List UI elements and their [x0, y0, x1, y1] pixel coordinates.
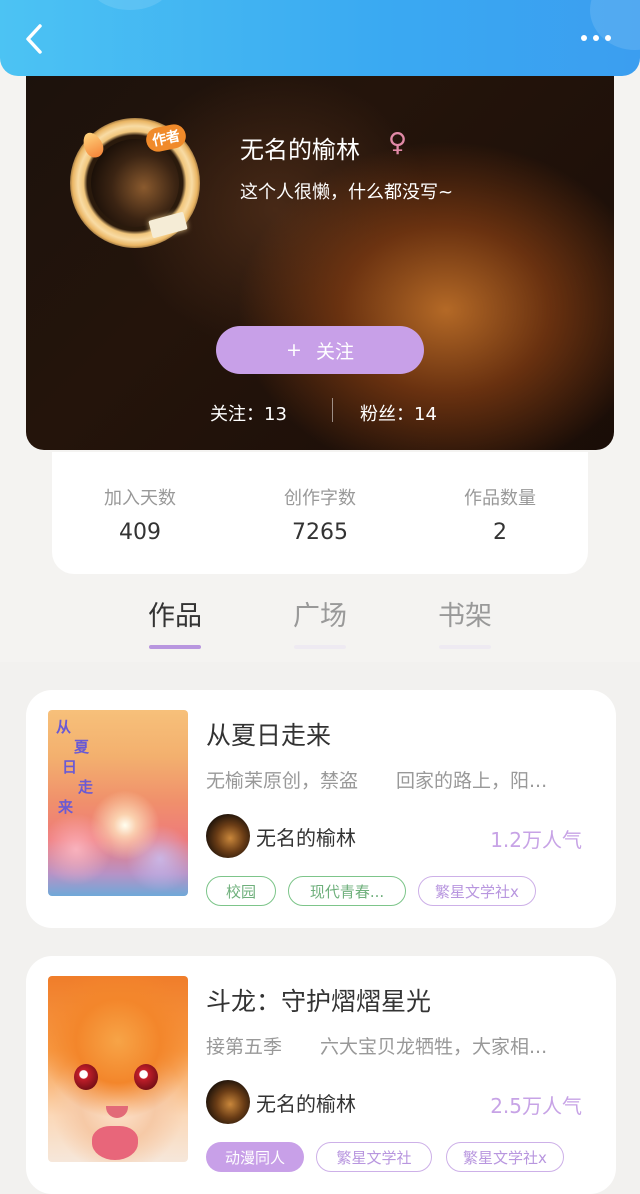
author-name: 无名的榆林 [256, 1091, 356, 1116]
work-tagline: 接第五季 [206, 1036, 283, 1058]
character-eye [134, 1064, 158, 1090]
work-title: 斗龙：守护熠熠星光 [206, 987, 432, 1016]
stat-value: 409 [119, 520, 161, 545]
top-bar [0, 0, 640, 76]
work-tagline: 无榆茉原创，禁盗 [206, 770, 359, 792]
follow-button-label: 关注 [315, 340, 354, 363]
stat-value: 2 [493, 520, 507, 545]
author-info[interactable]: 无名的榆林 [206, 1080, 356, 1124]
stats-panel: 加入天数 409 创作字数 7265 作品数量 2 [52, 452, 588, 574]
author-info[interactable]: 无名的榆林 [206, 814, 356, 858]
plus-icon: + [286, 339, 302, 361]
following-count[interactable]: 关注：13 [210, 400, 287, 426]
tab-label: 广场 [293, 601, 347, 632]
decorative-bubble [90, 0, 170, 10]
profile-card: 作者 无名的榆林 ♀ 这个人很懒，什么都没写~ + 关注 关注：13 粉丝：14 [26, 60, 614, 450]
work-cover[interactable] [48, 976, 188, 1162]
author-avatar [206, 814, 250, 858]
follow-button[interactable]: + 关注 [216, 326, 424, 374]
tag-chip[interactable]: 繁星文学社x [446, 1142, 564, 1172]
cover-text: 夏 [74, 738, 90, 756]
stat-label: 加入天数 [104, 488, 176, 509]
popularity-count: 2.5万人气 [490, 1094, 582, 1118]
character-mouth [106, 1106, 128, 1118]
tag-chip[interactable]: 繁星文学社x [418, 876, 536, 906]
back-button[interactable] [18, 22, 52, 56]
stat-works-count: 作品数量 2 [435, 484, 565, 545]
cover-text: 来 [58, 798, 74, 816]
tag-chip[interactable]: 动漫同人 [206, 1142, 304, 1172]
more-horizontal-icon [581, 35, 587, 41]
stat-value: 7265 [292, 520, 348, 545]
followers-count[interactable]: 粉丝：14 [360, 400, 437, 426]
work-description: 无榆茉原创，禁盗 回家的路上，阳... [206, 766, 586, 793]
work-card[interactable]: 从 夏 日 走 来 从夏日走来 无榆茉原创，禁盗 回家的路上，阳... 无名的榆林… [26, 690, 616, 928]
username: 无名的榆林 [240, 136, 360, 164]
user-bio: 这个人很懒，什么都没写~ [240, 182, 454, 203]
stat-label: 创作字数 [284, 488, 356, 509]
tab-bookshelf[interactable]: 书架 [420, 594, 510, 649]
work-title: 从夏日走来 [206, 721, 332, 750]
cover-text: 从 [56, 718, 72, 736]
tab-indicator [294, 645, 346, 649]
heart-icon [92, 1126, 138, 1160]
divider [332, 398, 333, 422]
stat-label: 作品数量 [464, 488, 536, 509]
chevron-left-icon [26, 24, 42, 54]
avatar-image [91, 139, 179, 227]
character-eye [74, 1064, 98, 1090]
tab-square[interactable]: 广场 [275, 594, 365, 649]
tab-bar: 作品 广场 书架 [0, 590, 640, 654]
stat-join-days: 加入天数 409 [75, 484, 205, 545]
tab-works[interactable]: 作品 [130, 594, 220, 649]
work-summary: 回家的路上，阳... [396, 770, 548, 792]
more-button[interactable] [576, 28, 616, 48]
work-card[interactable]: 斗龙：守护熠熠星光 接第五季 六大宝贝龙牺牲，大家相... 无名的榆林 2.5万人… [26, 956, 616, 1194]
tab-label: 作品 [148, 601, 202, 632]
tag-chip[interactable]: 校园 [206, 876, 276, 906]
tab-indicator [439, 645, 491, 649]
stat-word-count: 创作字数 7265 [255, 484, 385, 545]
work-description: 接第五季 六大宝贝龙牺牲，大家相... [206, 1032, 586, 1059]
more-horizontal-icon [593, 35, 599, 41]
author-name: 无名的榆林 [256, 825, 356, 850]
work-cover[interactable]: 从 夏 日 走 来 [48, 710, 188, 896]
tag-chip[interactable]: 繁星文学社 [316, 1142, 432, 1172]
author-avatar [206, 1080, 250, 1124]
more-horizontal-icon [605, 35, 611, 41]
follow-stats: 关注：13 粉丝：14 [26, 396, 614, 426]
popularity-count: 1.2万人气 [490, 828, 582, 852]
tab-label: 书架 [438, 601, 492, 632]
tab-indicator [149, 645, 201, 649]
works-list: 从 夏 日 走 来 从夏日走来 无榆茉原创，禁盗 回家的路上，阳... 无名的榆林… [0, 662, 640, 1194]
tag-chip[interactable]: 现代青春... [288, 876, 406, 906]
avatar[interactable]: 作者 [70, 118, 200, 248]
work-summary: 六大宝贝龙牺牲，大家相... [320, 1036, 548, 1058]
cover-text: 走 [78, 778, 94, 796]
cover-text: 日 [62, 758, 78, 776]
female-icon: ♀ [388, 128, 408, 158]
